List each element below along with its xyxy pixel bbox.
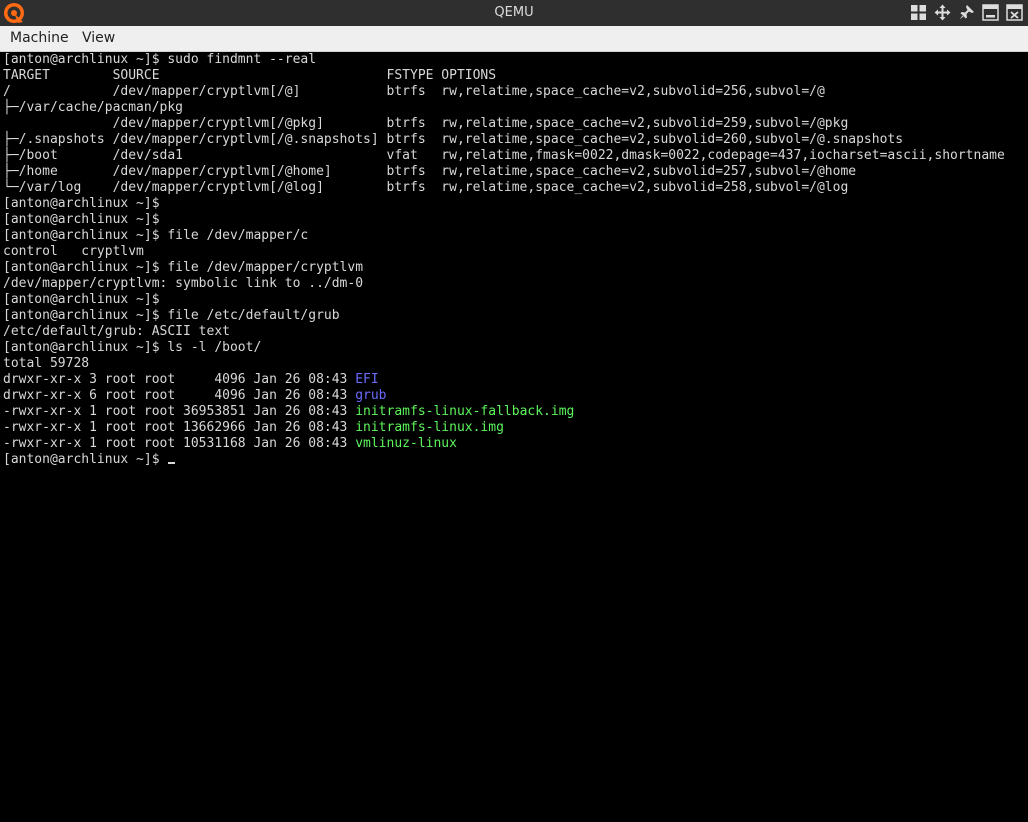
terminal-line-text: [anton@archlinux ~]$ xyxy=(3,196,160,211)
terminal-line-text: drwxr-xr-x 6 root root 4096 Jan 26 08:43 xyxy=(3,388,356,403)
terminal-line-text: drwxr-xr-x 3 root root 4096 Jan 26 08:43 xyxy=(3,372,356,387)
terminal-line-text: /dev/mapper/cryptlvm: symbolic link to .… xyxy=(3,276,364,291)
terminal-screen[interactable]: [anton@archlinux ~]$ sudo findmnt --real… xyxy=(0,52,1028,822)
terminal-line-text: ├─/.snapshots /dev/mapper/cryptlvm[/@.sn… xyxy=(3,132,904,147)
terminal-line: -rwxr-xr-x 1 root root 13662966 Jan 26 0… xyxy=(3,420,504,436)
directory-name: grub xyxy=(355,388,387,403)
terminal-line-text: [anton@archlinux ~]$ file /etc/default/g… xyxy=(3,308,340,323)
terminal-line-text: [anton@archlinux ~]$ xyxy=(3,292,160,307)
terminal-line-text: ├─/boot /dev/sda1 vfat rw,relatime,fmask… xyxy=(3,148,1005,163)
move-icon[interactable] xyxy=(933,3,952,22)
terminal-line-text: -rwxr-xr-x 1 root root 10531168 Jan 26 0… xyxy=(3,436,356,451)
menu-bar: Machine View xyxy=(0,26,1028,52)
terminal-line-text: total 59728 xyxy=(3,356,90,371)
terminal-line-text: [anton@archlinux ~]$ file /dev/mapper/cr… xyxy=(3,260,364,275)
executable-file-name: vmlinuz-linux xyxy=(355,436,457,451)
terminal-line: control cryptlvm xyxy=(3,244,144,260)
terminal-line: [anton@archlinux ~]$ ls -l /boot/ xyxy=(3,340,261,356)
terminal-line: -rwxr-xr-x 1 root root 10531168 Jan 26 0… xyxy=(3,436,457,452)
terminal-line: / /dev/mapper/cryptlvm[/@] btrfs rw,rela… xyxy=(3,84,825,100)
terminal-line: total 59728 xyxy=(3,356,89,372)
minimize-icon[interactable] xyxy=(981,3,1000,22)
executable-file-name: initramfs-linux-fallback.img xyxy=(355,404,575,419)
terminal-line: drwxr-xr-x 3 root root 4096 Jan 26 08:43… xyxy=(3,372,379,388)
terminal-line-text: /etc/default/grub: ASCII text xyxy=(3,324,230,339)
close-icon[interactable] xyxy=(1005,3,1024,22)
terminal-line-text: ├─/home /dev/mapper/cryptlvm[/@home] btr… xyxy=(3,164,857,179)
terminal-line-text: -rwxr-xr-x 1 root root 36953851 Jan 26 0… xyxy=(3,404,356,419)
terminal-line: /etc/default/grub: ASCII text xyxy=(3,324,230,340)
menu-view[interactable]: View xyxy=(82,26,115,51)
terminal-line: [anton@archlinux ~]$ xyxy=(3,212,160,228)
window-controls xyxy=(909,3,1024,22)
terminal-line: ├─/var/cache/pacman/pkg xyxy=(3,100,183,116)
terminal-line-text: [anton@archlinux ~]$ sudo findmnt --real xyxy=(3,52,317,67)
terminal-line-text: [anton@archlinux ~]$ xyxy=(3,212,160,227)
terminal-line: [anton@archlinux ~]$ xyxy=(3,452,176,468)
window-title: QEMU xyxy=(494,5,534,20)
terminal-line: TARGET SOURCE FSTYPE OPTIONS xyxy=(3,68,496,84)
terminal-line: ├─/home /dev/mapper/cryptlvm[/@home] btr… xyxy=(3,164,856,180)
terminal-line: [anton@archlinux ~]$ file /dev/mapper/c xyxy=(3,228,308,244)
terminal-line-text: /dev/mapper/cryptlvm[/@pkg] btrfs rw,rel… xyxy=(3,116,849,131)
terminal-line: [anton@archlinux ~]$ file /dev/mapper/cr… xyxy=(3,260,363,276)
pin-icon[interactable] xyxy=(957,3,976,22)
terminal-line: [anton@archlinux ~]$ xyxy=(3,196,160,212)
menu-machine[interactable]: Machine xyxy=(10,26,69,51)
terminal-line-text: └─/var/log /dev/mapper/cryptlvm[/@log] b… xyxy=(3,180,849,195)
terminal-line: [anton@archlinux ~]$ sudo findmnt --real xyxy=(3,52,316,68)
terminal-line-text: control cryptlvm xyxy=(3,244,144,259)
terminal-line-text: TARGET SOURCE FSTYPE OPTIONS xyxy=(3,68,497,83)
terminal-line-text: [anton@archlinux ~]$ file /dev/mapper/c xyxy=(3,228,309,243)
terminal-line: -rwxr-xr-x 1 root root 36953851 Jan 26 0… xyxy=(3,404,574,420)
terminal-line: /dev/mapper/cryptlvm: symbolic link to .… xyxy=(3,276,363,292)
terminal-line-text: [anton@archlinux ~]$ xyxy=(3,452,168,467)
terminal-line-text: [anton@archlinux ~]$ ls -l /boot/ xyxy=(3,340,262,355)
terminal-line: [anton@archlinux ~]$ file /etc/default/g… xyxy=(3,308,340,324)
terminal-line: [anton@archlinux ~]$ xyxy=(3,292,160,308)
tile-icon[interactable] xyxy=(909,3,928,22)
terminal-line-text: -rwxr-xr-x 1 root root 13662966 Jan 26 0… xyxy=(3,420,356,435)
terminal-line: drwxr-xr-x 6 root root 4096 Jan 26 08:43… xyxy=(3,388,387,404)
terminal-line: /dev/mapper/cryptlvm[/@pkg] btrfs rw,rel… xyxy=(3,116,849,132)
executable-file-name: initramfs-linux.img xyxy=(355,420,504,435)
terminal-cursor xyxy=(168,462,176,464)
terminal-line: ├─/boot /dev/sda1 vfat rw,relatime,fmask… xyxy=(3,148,1005,164)
directory-name: EFI xyxy=(355,372,379,387)
window-titlebar[interactable]: QEMU xyxy=(0,0,1028,26)
terminal-line-text: / /dev/mapper/cryptlvm[/@] btrfs rw,rela… xyxy=(3,84,825,99)
terminal-line: └─/var/log /dev/mapper/cryptlvm[/@log] b… xyxy=(3,180,848,196)
terminal-line-text: ├─/var/cache/pacman/pkg xyxy=(3,100,184,115)
terminal-line: ├─/.snapshots /dev/mapper/cryptlvm[/@.sn… xyxy=(3,132,903,148)
